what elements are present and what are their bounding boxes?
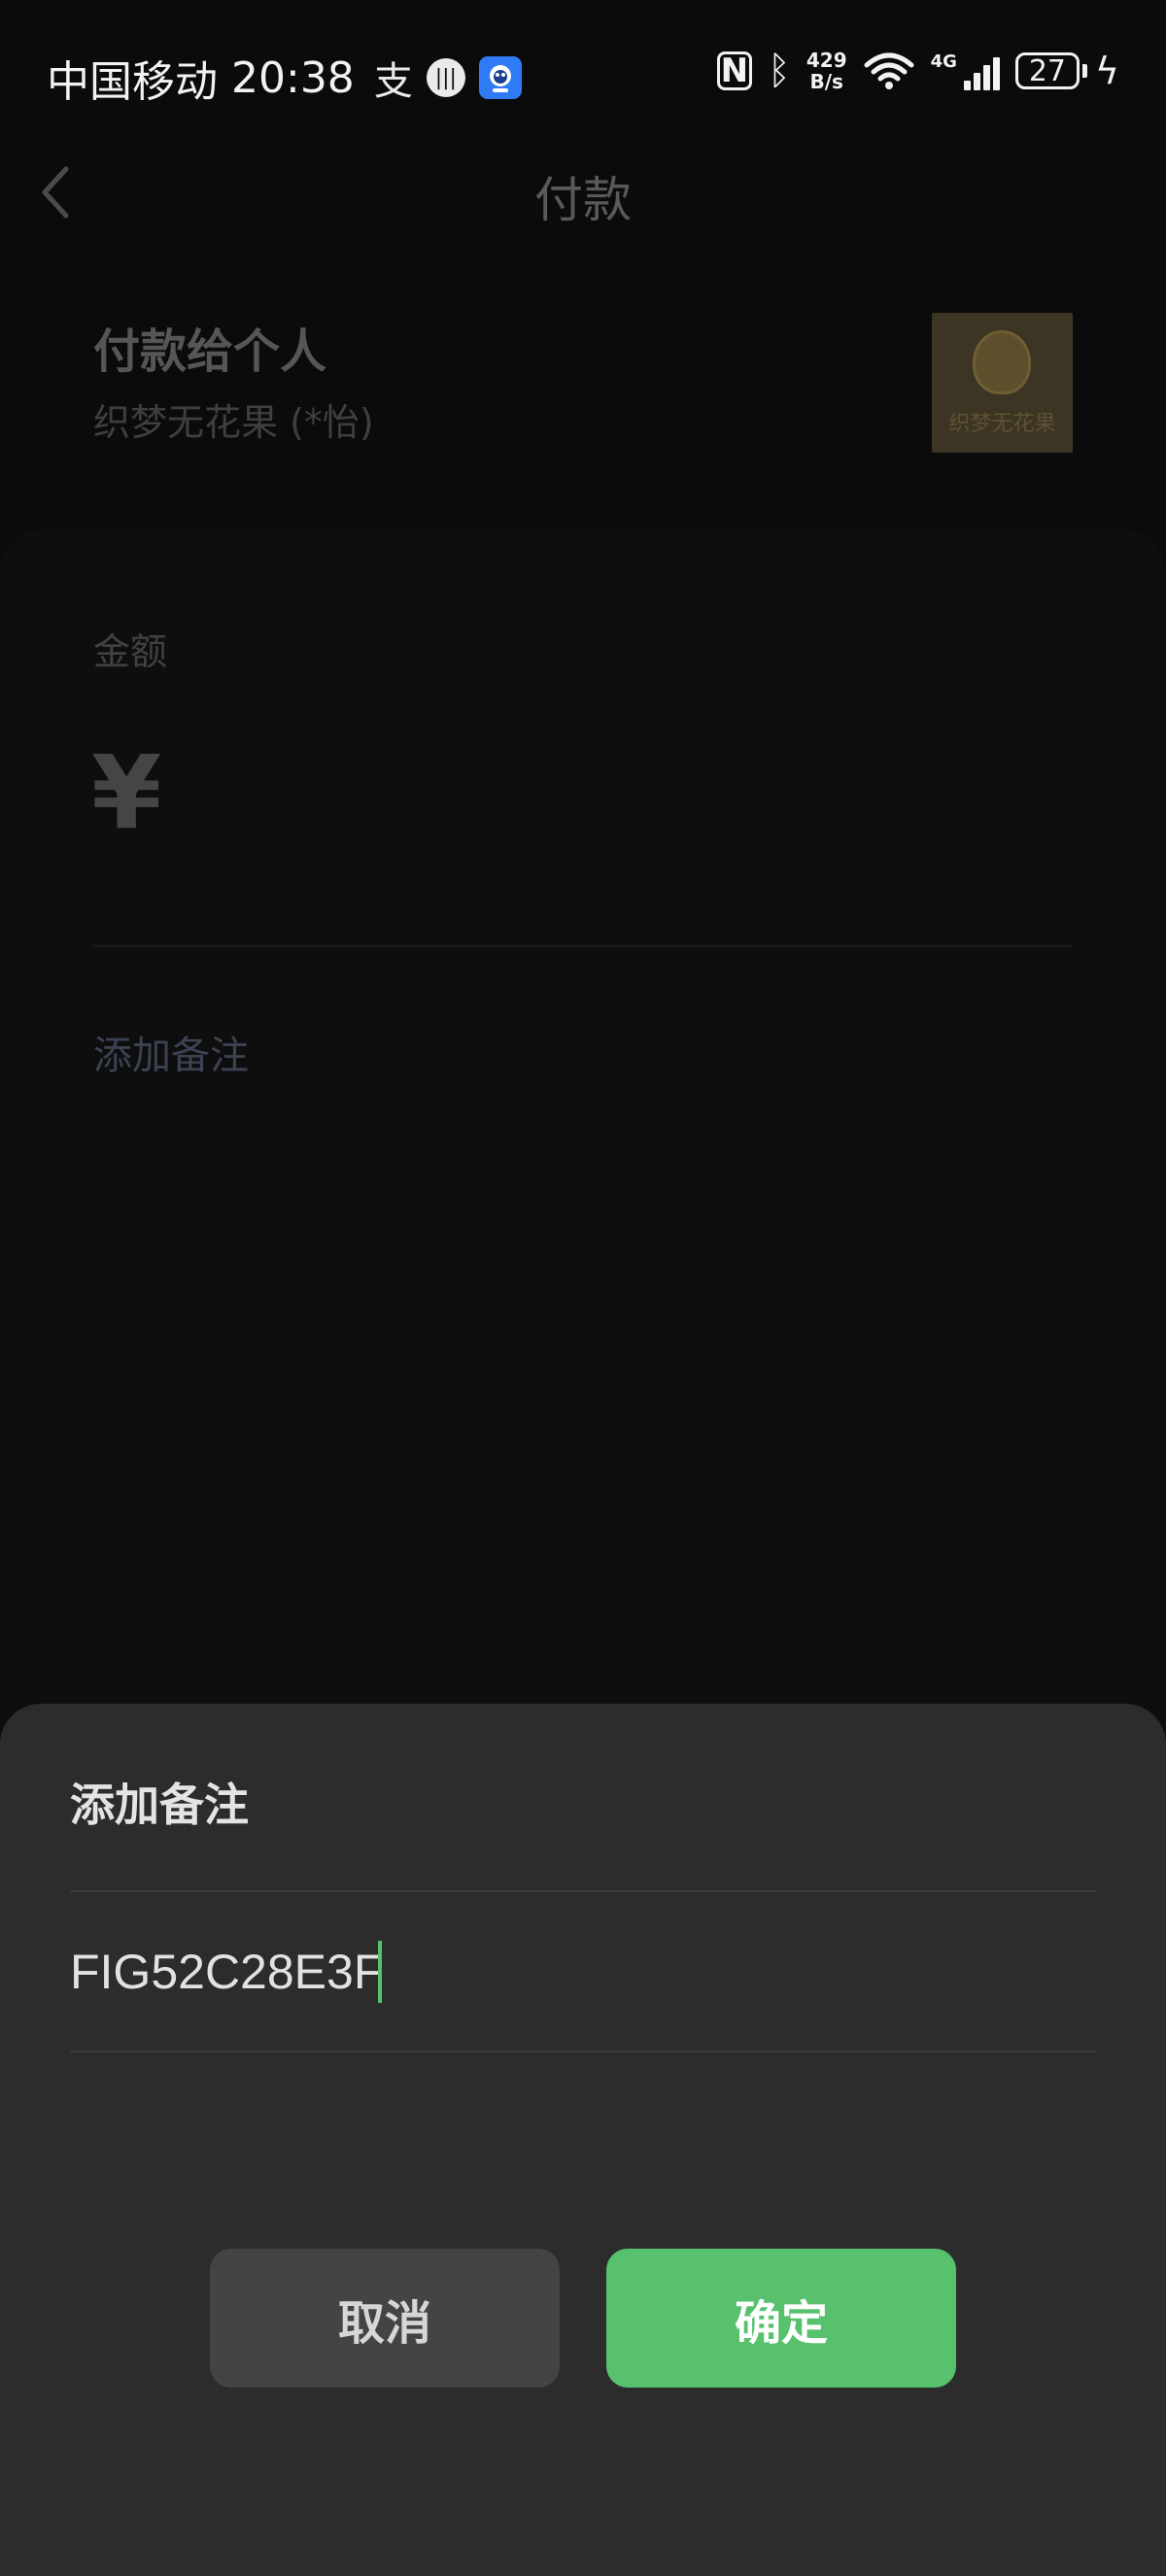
network-speed-unit: B/s xyxy=(809,70,843,93)
input-underline xyxy=(70,2051,1096,2052)
status-bar: 中国移动 20:38 支 ||| N ᛒ 429 B/s 4G 27 ϟ xyxy=(0,0,1166,146)
amount-divider xyxy=(93,945,1073,947)
sheet-title: 添加备注 xyxy=(70,1779,249,1831)
note-bottom-sheet xyxy=(0,1704,1166,2576)
currency-symbol[interactable]: ¥ xyxy=(91,733,161,852)
cancel-button[interactable]: 取消 xyxy=(210,2249,560,2388)
payee-name: 织梦无花果 (*怡) xyxy=(93,401,374,444)
network-speed: 429 B/s xyxy=(806,50,847,92)
page-title: 付款 xyxy=(534,172,632,228)
clock: 20:38 xyxy=(231,52,355,103)
battery-icon: 27 xyxy=(1014,52,1087,89)
alipay-icon: 支 xyxy=(373,59,413,104)
confirm-button[interactable]: 确定 xyxy=(606,2249,956,2388)
cellular-label: 4G xyxy=(930,51,957,72)
network-speed-value: 429 xyxy=(806,49,847,72)
payee-title: 付款给个人 xyxy=(93,324,327,379)
voice-assistant-icon: ||| xyxy=(426,58,465,97)
status-bar-right: N ᛒ 429 B/s 4G 27 ϟ xyxy=(702,49,1119,93)
status-bar-left: 中国移动 20:38 支 ||| xyxy=(47,47,535,109)
cellular-signal-icon: 4G xyxy=(931,51,1000,90)
payee-avatar: 织梦无花果 xyxy=(932,313,1073,453)
nfc-icon: N xyxy=(716,51,752,90)
app-notification-icon xyxy=(478,56,522,99)
bluetooth-icon: ᛒ xyxy=(767,49,791,93)
wifi-icon xyxy=(864,52,914,89)
text-caret xyxy=(378,1941,382,2003)
amount-card xyxy=(0,529,1166,1850)
add-note-link[interactable]: 添加备注 xyxy=(93,1024,249,1080)
note-input[interactable] xyxy=(70,1933,1096,2011)
charging-icon: ϟ xyxy=(1094,50,1119,92)
carrier-name: 中国移动 xyxy=(47,57,218,107)
battery-level: 27 xyxy=(1014,52,1080,89)
fig-logo-icon xyxy=(973,330,1031,394)
amount-label: 金额 xyxy=(93,630,168,673)
avatar-caption: 织梦无花果 xyxy=(948,412,1056,436)
sheet-divider xyxy=(70,1890,1096,1892)
